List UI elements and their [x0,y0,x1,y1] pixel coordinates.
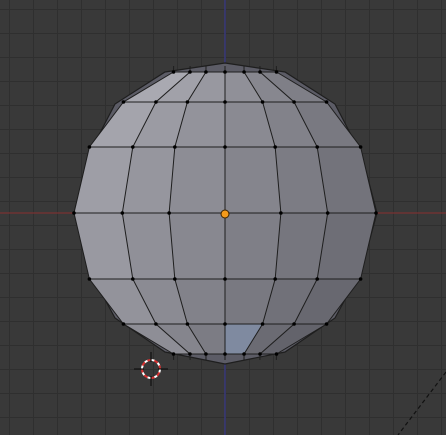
mesh-vertex[interactable] [260,322,265,326]
mesh-vertex[interactable] [223,322,227,326]
mesh-vertex[interactable] [279,211,283,215]
crosshair-cursor-icon[interactable] [134,352,168,386]
mesh-vertex[interactable] [315,277,320,281]
mesh-vertex[interactable] [258,352,262,356]
mesh-vertex[interactable] [204,70,208,74]
mesh-vertex[interactable] [154,100,158,104]
viewport-canvas[interactable] [0,0,446,435]
mesh-vertex[interactable] [324,322,329,326]
mesh-vertex[interactable] [185,100,190,104]
mesh-vertex[interactable] [274,70,279,74]
mesh-vertex[interactable] [223,70,227,74]
view-border-dashed-line [397,371,446,435]
mesh-vertex[interactable] [258,70,262,74]
mesh-vertex[interactable] [130,277,135,281]
mesh-vertex[interactable] [167,211,171,215]
mesh-vertex[interactable] [273,277,277,281]
mesh-vertex[interactable] [358,277,363,281]
mesh-vertex[interactable] [223,277,227,281]
mesh-vertex[interactable] [121,322,126,326]
3d-viewport[interactable] [0,0,446,435]
mesh-vertex[interactable] [171,352,176,356]
mesh-face[interactable] [225,213,281,279]
mesh-face[interactable] [169,147,225,213]
mesh-vertex[interactable] [292,100,296,104]
mesh-vertex[interactable] [185,322,190,326]
mesh-vertex[interactable] [292,322,296,326]
mesh-vertex[interactable] [154,322,158,326]
mesh-vertex[interactable] [242,352,246,356]
mesh-vertex[interactable] [374,211,378,215]
mesh-vertex[interactable] [223,145,227,149]
mesh-vertex[interactable] [173,277,177,281]
mesh-vertex[interactable] [260,100,265,104]
mesh-vertex[interactable] [188,352,192,356]
mesh-vertex[interactable] [358,145,363,149]
mesh-vertex[interactable] [72,211,76,215]
mesh-vertex[interactable] [87,277,92,281]
mesh-vertex[interactable] [204,352,208,356]
mesh-vertex[interactable] [188,70,192,74]
mesh-face[interactable] [169,213,225,279]
mesh-vertex[interactable] [325,211,330,215]
mesh-vertex[interactable] [223,352,227,356]
mesh-vertex[interactable] [324,100,329,104]
mesh-vertex[interactable] [120,211,125,215]
mesh-face[interactable] [225,147,281,213]
mesh-vertex[interactable] [171,70,176,74]
mesh-vertex[interactable] [130,145,135,149]
object-origin-dot[interactable] [220,209,230,219]
mesh-vertex[interactable] [223,100,227,104]
mesh-vertex[interactable] [273,145,277,149]
mesh-vertex[interactable] [87,145,92,149]
mesh-vertex[interactable] [274,352,279,356]
mesh-vertex[interactable] [121,100,126,104]
mesh-vertex[interactable] [242,70,246,74]
mesh-vertex[interactable] [173,145,177,149]
mesh-vertex[interactable] [315,145,320,149]
